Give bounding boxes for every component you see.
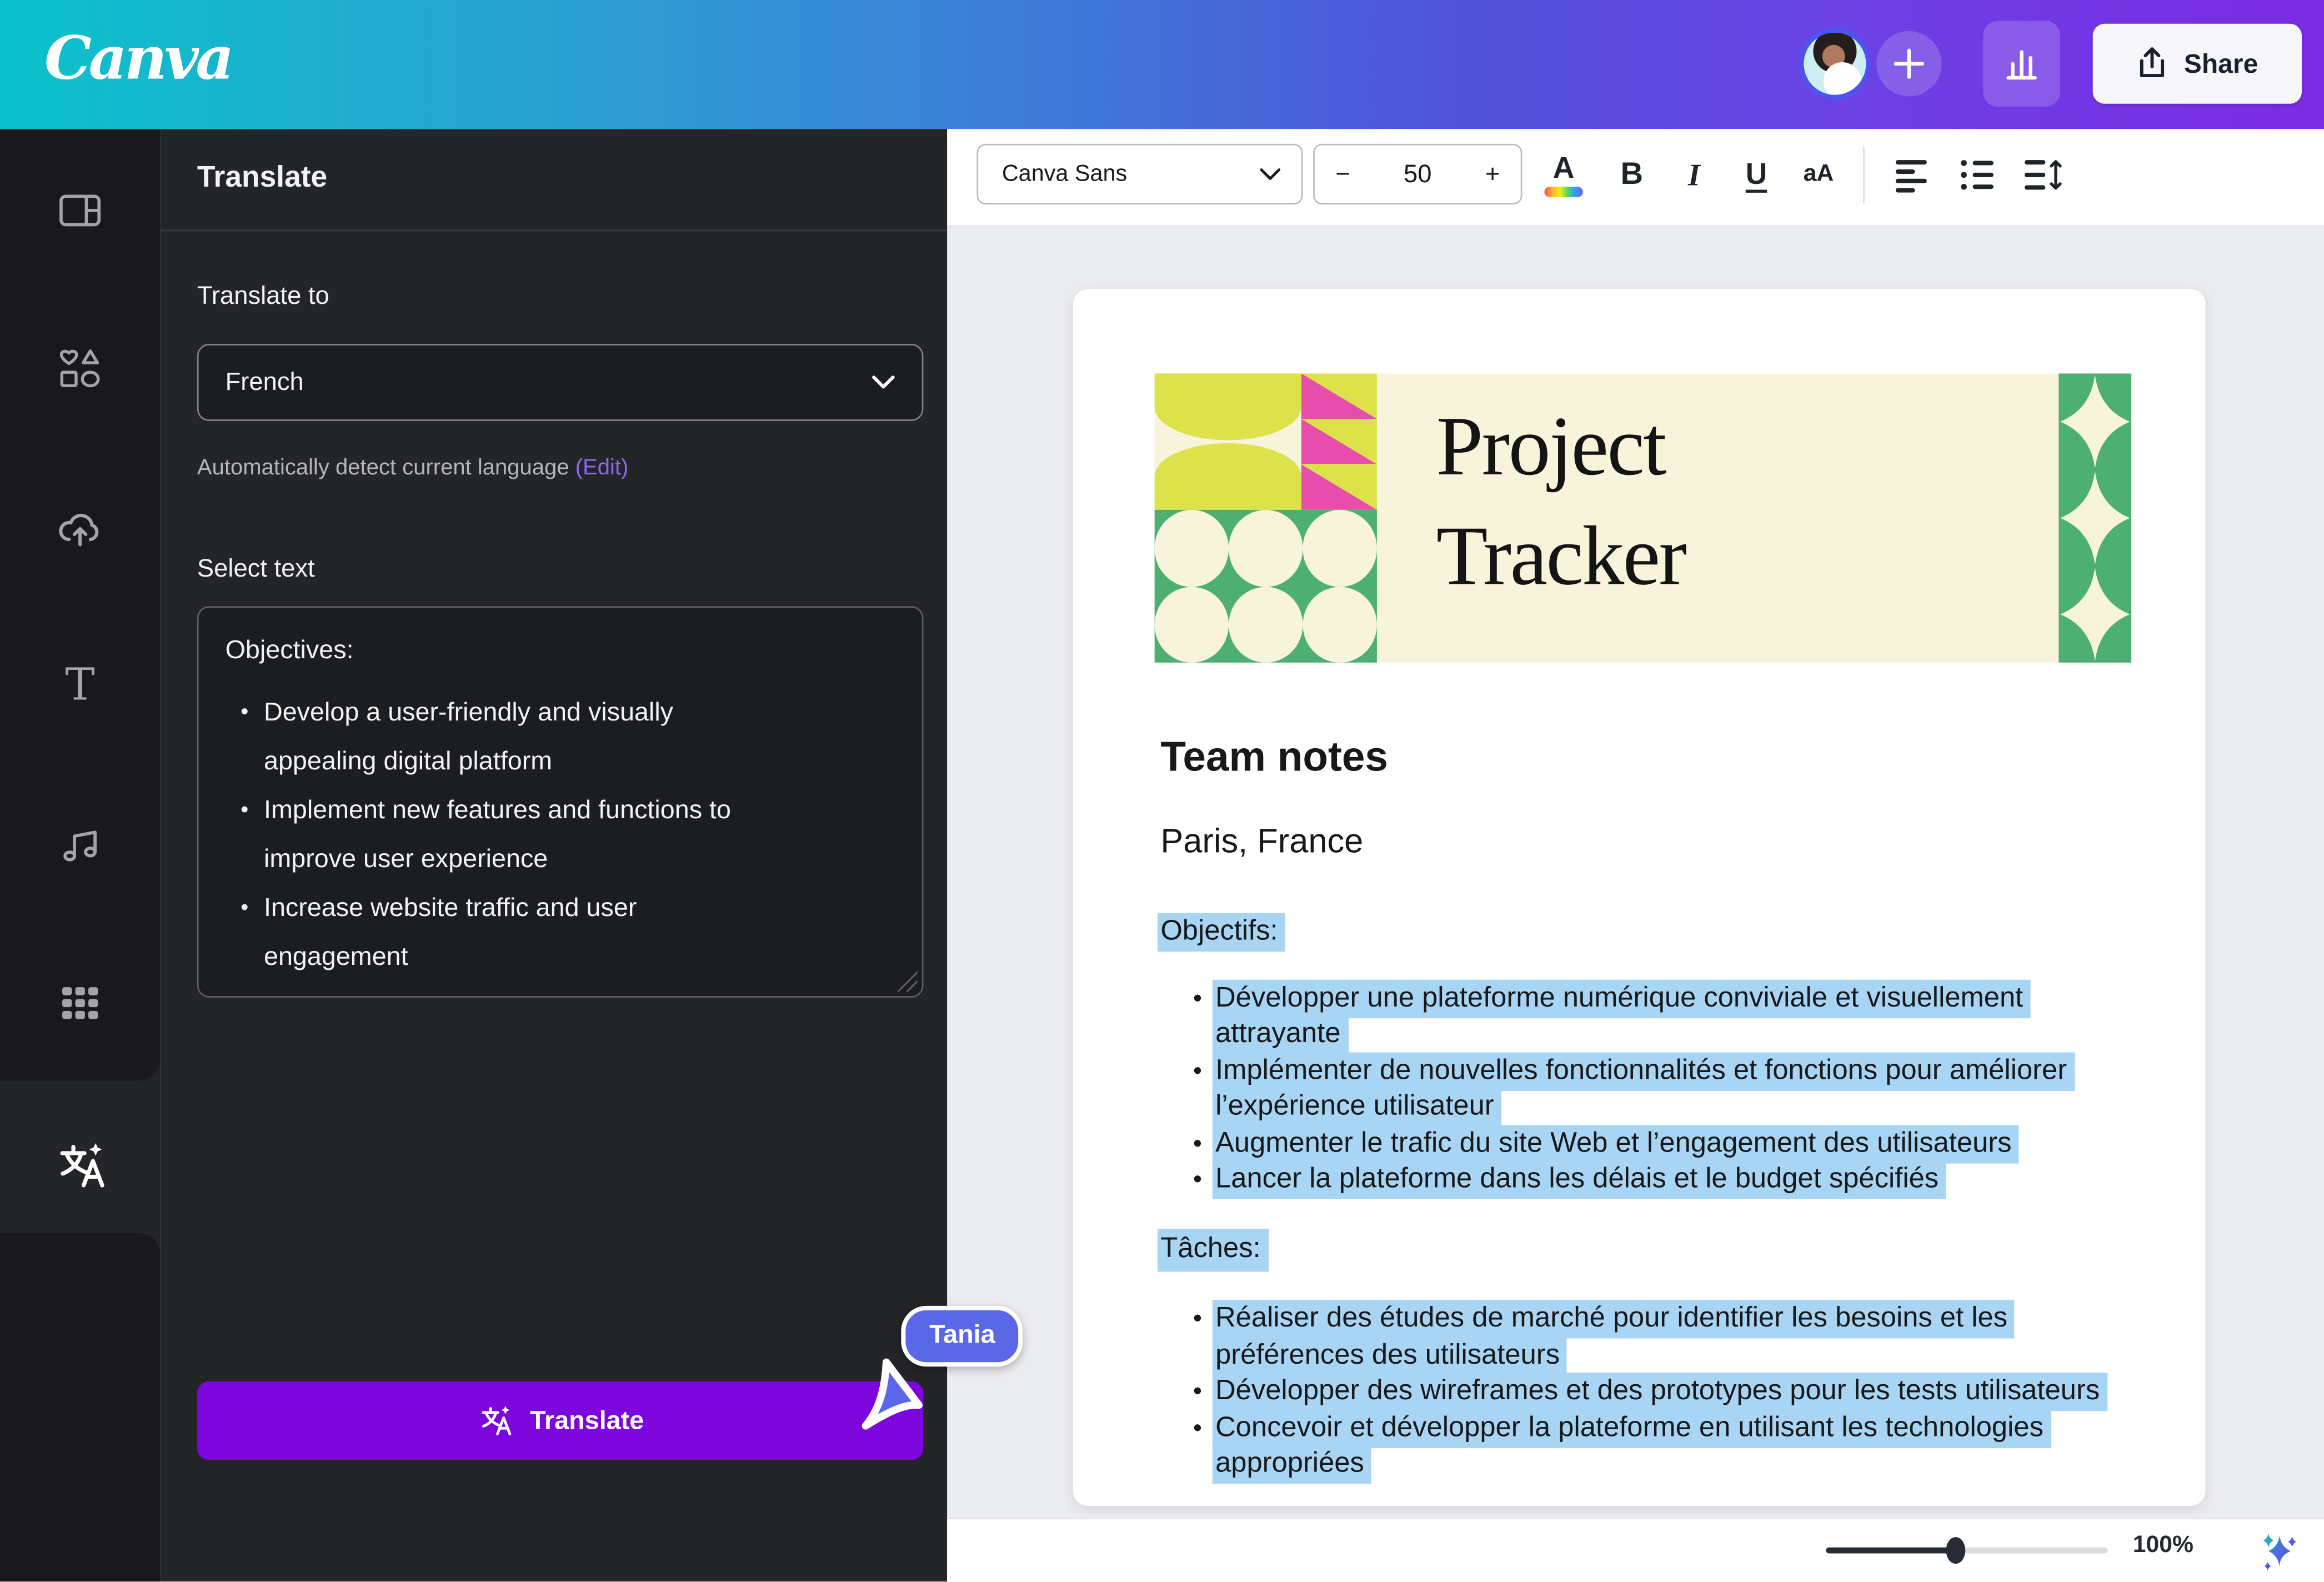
cloud-upload-icon <box>55 503 106 553</box>
create-new-button[interactable] <box>1876 31 1941 96</box>
bold-button[interactable]: B <box>1605 147 1659 203</box>
resize-handle[interactable] <box>896 971 917 992</box>
magic-sparkle-icon[interactable] <box>2255 1526 2305 1582</box>
music-note-icon <box>56 821 103 868</box>
source-item: • Increase website traffic and userengag… <box>226 883 895 981</box>
doc-heading[interactable]: Team notes <box>1160 734 2123 781</box>
source-text-area[interactable]: Objectives: • Develop a user-friendly an… <box>197 606 924 997</box>
divider <box>160 230 947 232</box>
list-item: Augmenter le trafic du site Web et l’eng… <box>1196 1126 2122 1162</box>
color-swatch <box>1544 186 1582 197</box>
doc-section-taches: Tâches: Réaliser des études de marché po… <box>1160 1198 2123 1483</box>
top-bar: Canva Share <box>0 0 2324 129</box>
translate-icon <box>477 1403 512 1439</box>
banner-pattern-left <box>1155 373 1377 662</box>
auto-detect-text: Automatically detect current language (E… <box>197 455 628 480</box>
list-item: Développer une plateforme numérique conv… <box>1196 980 2122 1053</box>
doc-subheading[interactable]: Paris, France <box>1160 821 2123 861</box>
share-label: Share <box>2184 48 2258 79</box>
bullet-list-icon <box>1961 159 1996 192</box>
elements-icon <box>56 346 103 393</box>
translate-icon <box>53 1140 107 1193</box>
zoom-slider[interactable] <box>1826 1548 2107 1554</box>
zoom-slider-handle[interactable] <box>1946 1537 1966 1564</box>
upload-share-icon <box>2136 46 2169 82</box>
document-page[interactable]: Project Tracker Team notes Paris, France… <box>1073 289 2206 1506</box>
source-item: • Implement new features and functions t… <box>226 785 895 883</box>
panel-title: Translate <box>197 162 327 196</box>
edit-link[interactable]: (Edit) <box>575 455 629 480</box>
bullet-list-button[interactable] <box>1952 147 2005 203</box>
banner-pattern-right <box>2058 373 2131 662</box>
section-heading: Tâches: <box>1158 1228 1268 1272</box>
document-banner[interactable]: Project Tracker <box>1155 373 2131 662</box>
zoom-level: 100% <box>2133 1533 2193 1559</box>
bullet-list: Développer une plateforme numérique conv… <box>1160 980 2123 1198</box>
font-family-value: Canva Sans <box>1002 161 1260 188</box>
alignment-button[interactable] <box>1887 147 1940 203</box>
doc-section-objectifs: Objectifs: Développer une plateforme num… <box>1160 914 2123 1198</box>
apps-grid-icon <box>58 981 102 1025</box>
sidebar-item-design[interactable] <box>0 163 160 258</box>
line-spacing-icon <box>2025 159 2063 192</box>
app-rail: T <box>0 129 160 1581</box>
design-icon <box>56 187 103 234</box>
status-bar: 100% <box>947 1518 2324 1582</box>
sidebar-item-translate-active[interactable] <box>0 1119 160 1214</box>
line-spacing-button[interactable] <box>2017 147 2071 203</box>
text-icon: T <box>65 664 94 708</box>
section-heading: Objectifs: <box>1158 913 1285 952</box>
font-size-stepper[interactable]: − 50 + <box>1313 144 1522 204</box>
editor-canvas[interactable]: Project Tracker Team notes Paris, France… <box>947 226 2324 1518</box>
list-item: Implémenter de nouvelles fonctionnalités… <box>1196 1053 2122 1126</box>
text-color-button[interactable]: A <box>1537 147 1590 203</box>
language-value: French <box>226 368 871 397</box>
avatar[interactable] <box>1804 33 1866 95</box>
sidebar-item-elements[interactable] <box>0 322 160 417</box>
language-select[interactable]: French <box>197 344 924 421</box>
decrease-font-icon[interactable]: − <box>1335 159 1350 189</box>
list-item: Développer des wireframes et des prototy… <box>1196 1374 2122 1410</box>
share-button[interactable]: Share <box>2093 24 2302 104</box>
text-toolbar: Canva Sans − 50 + A B I U aA <box>947 129 2324 227</box>
collaborator-cursor-icon <box>854 1349 931 1448</box>
chevron-down-icon <box>871 375 895 390</box>
source-item: • Develop a user-friendly and visuallyap… <box>226 688 895 785</box>
list-item: Concevoir et développer la plateforme en… <box>1196 1410 2122 1483</box>
divider <box>1863 147 1865 203</box>
source-heading: Objectives: <box>226 628 895 670</box>
document-body[interactable]: Team notes Paris, France Objectifs: Déve… <box>1160 734 2123 1483</box>
font-family-select[interactable]: Canva Sans <box>976 144 1303 204</box>
sidebar-item-apps[interactable] <box>0 956 160 1051</box>
align-left-icon <box>1896 157 1931 193</box>
translate-to-label: Translate to <box>197 282 329 311</box>
select-text-label: Select text <box>197 554 315 584</box>
increase-font-icon[interactable]: + <box>1485 159 1500 189</box>
canva-app: Canva Share <box>0 0 2324 1581</box>
underline-button[interactable]: U <box>1730 147 1783 203</box>
font-size-value: 50 <box>1404 159 1431 189</box>
translate-button-label: Translate <box>530 1405 644 1436</box>
chevron-down-icon <box>1260 168 1280 181</box>
canva-logo[interactable]: Canva <box>44 24 231 93</box>
plus-icon <box>1893 47 1926 80</box>
rail-section-bottom <box>0 1233 160 1581</box>
sidebar-item-audio[interactable] <box>0 798 160 893</box>
italic-button[interactable]: I <box>1667 147 1721 203</box>
bar-chart-icon <box>2002 44 2041 83</box>
text-case-button[interactable]: aA <box>1792 147 1845 203</box>
sidebar-item-uploads[interactable] <box>0 480 160 575</box>
list-item: Réaliser des études de marché pour ident… <box>1196 1301 2122 1374</box>
bullet-list: Réaliser des études de marché pour ident… <box>1160 1301 2123 1483</box>
zoom-slider-fill <box>1826 1548 1956 1554</box>
translate-button[interactable]: Translate <box>197 1381 924 1460</box>
rail-section-top <box>0 129 160 1080</box>
insights-button[interactable] <box>1983 21 2060 107</box>
sidebar-item-text[interactable]: T <box>0 639 160 734</box>
translate-panel: Translate Translate to French Automatica… <box>160 129 947 1581</box>
document-title[interactable]: Project Tracker <box>1436 393 1686 612</box>
list-item: Lancer la plateforme dans les délais et … <box>1196 1162 2122 1198</box>
